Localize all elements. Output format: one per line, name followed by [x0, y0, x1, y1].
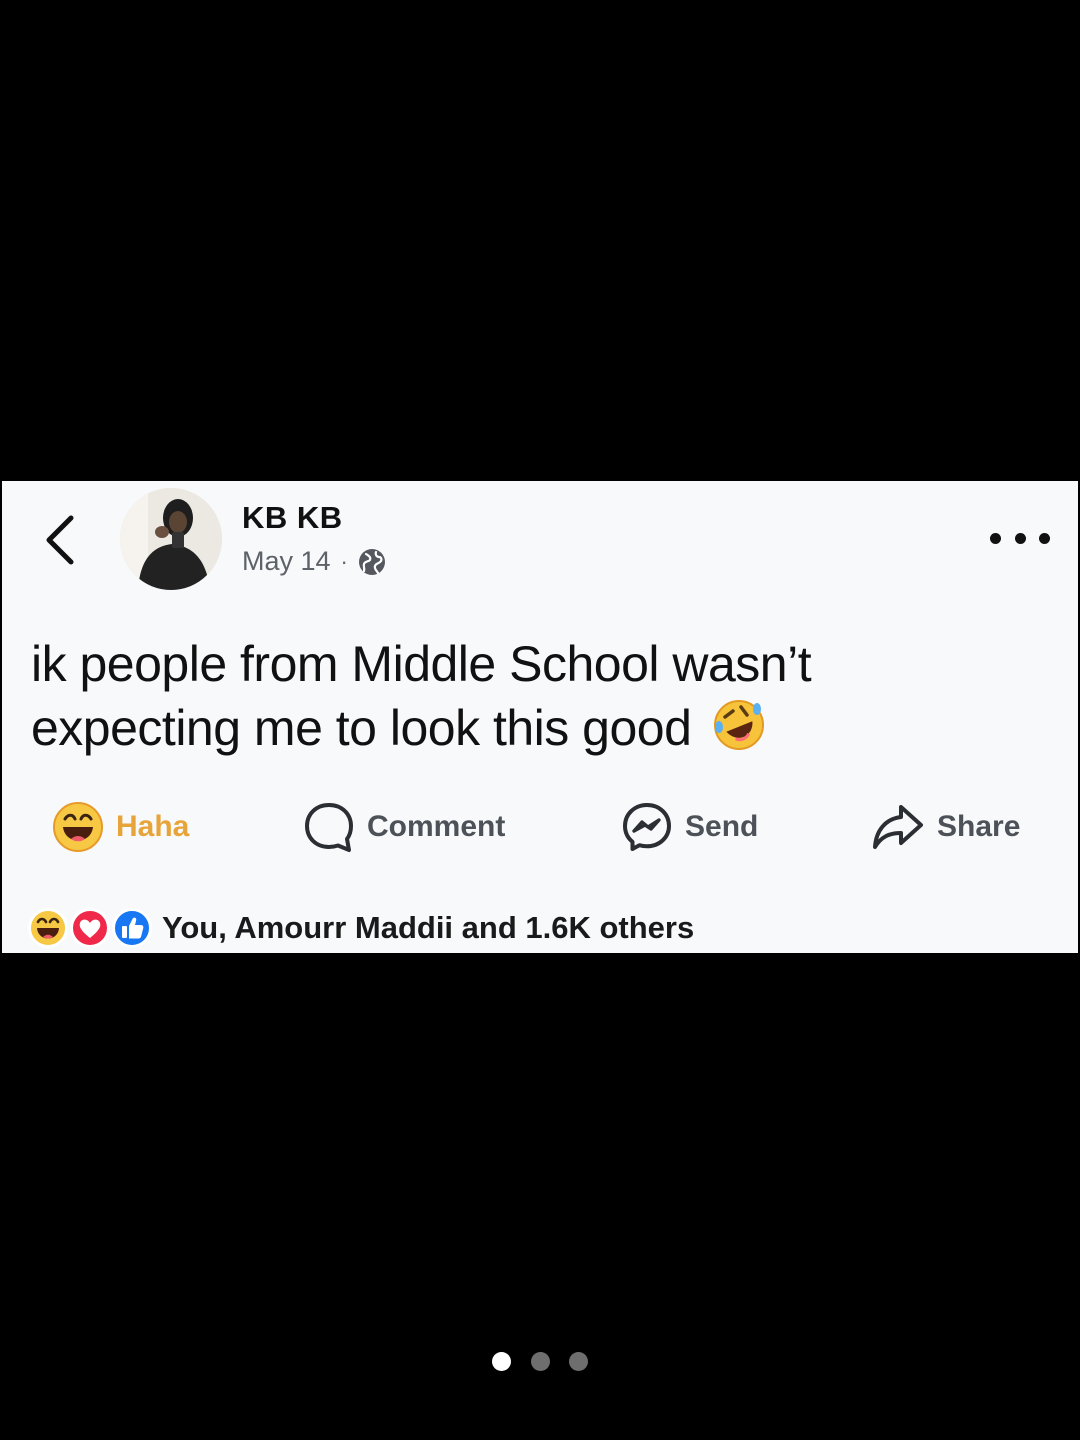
- page-dot[interactable]: [569, 1351, 588, 1371]
- post-text: ik people from Middle School wasn’t expe…: [31, 632, 931, 768]
- more-dot: [990, 532, 1001, 544]
- page-dot[interactable]: [492, 1351, 511, 1371]
- haha-reaction-icon: [28, 908, 68, 948]
- globe-icon: [358, 548, 385, 575]
- haha-reaction-button[interactable]: Haha: [52, 798, 189, 856]
- haha-emoji-icon: [53, 802, 103, 852]
- page-indicator: [492, 1350, 588, 1372]
- page-dot[interactable]: [530, 1351, 550, 1371]
- like-reaction-icon: [112, 908, 152, 948]
- author-name[interactable]: KB KB: [242, 500, 343, 536]
- post-date[interactable]: May 14: [242, 546, 331, 577]
- reaction-icons: [28, 906, 154, 950]
- reactions-summary[interactable]: You, Amourr Maddii and 1.6K others: [162, 910, 694, 946]
- profile-photo: [120, 488, 222, 590]
- haha-label: Haha: [116, 810, 190, 843]
- meta-separator: ·: [340, 548, 348, 574]
- messenger-icon: [623, 803, 671, 851]
- love-reaction-icon: [70, 908, 110, 948]
- more-dot: [1039, 532, 1050, 544]
- share-arrow-icon: [873, 805, 923, 849]
- comment-bubble-icon: [305, 803, 353, 852]
- rolling-laughing-icon: [713, 700, 764, 750]
- comment-label: Comment: [367, 810, 506, 843]
- share-label: Share: [937, 810, 1021, 843]
- comment-button[interactable]: Comment: [303, 798, 505, 856]
- share-button[interactable]: Share: [871, 798, 1020, 856]
- more-dot: [1014, 532, 1026, 544]
- more-options-button[interactable]: [990, 523, 1050, 553]
- reactions-bar[interactable]: You, Amourr Maddii and 1.6K others: [28, 904, 694, 952]
- send-label: Send: [685, 810, 759, 843]
- back-button[interactable]: [40, 514, 80, 566]
- send-button[interactable]: Send: [621, 798, 758, 856]
- avatar[interactable]: [120, 488, 222, 590]
- post-meta: May 14 ·: [242, 546, 386, 577]
- post-text-content: ik people from Middle School wasn’t expe…: [31, 636, 812, 756]
- chevron-left-icon: [46, 515, 74, 565]
- rolling-laughing-emoji: [711, 697, 767, 768]
